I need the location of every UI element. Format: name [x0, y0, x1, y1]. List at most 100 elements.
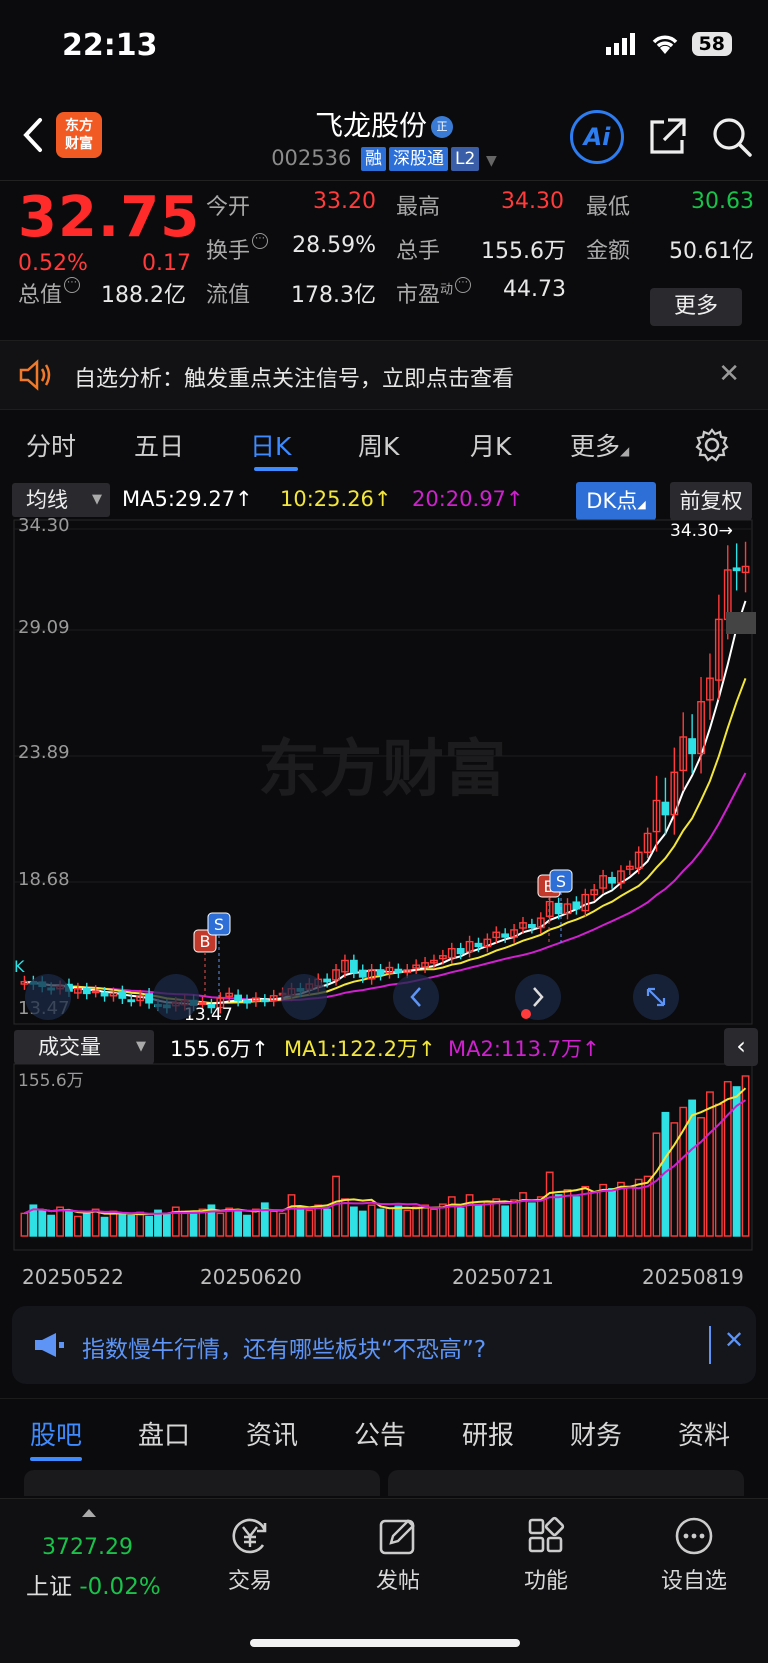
- volume-bar: [216, 1212, 225, 1237]
- candle: [527, 924, 536, 929]
- candle: [501, 933, 510, 938]
- volume-bar: [269, 1210, 278, 1237]
- candle: [456, 948, 465, 955]
- volume-bar: [438, 1203, 447, 1237]
- volume-bar: [65, 1210, 73, 1237]
- volume-bar: [501, 1205, 510, 1237]
- volume-bar: [314, 1204, 323, 1237]
- volume-bar: [145, 1215, 153, 1237]
- chevron-left-icon[interactable]: [153, 974, 199, 1020]
- volume-bar: [332, 1175, 340, 1237]
- candlestick-chart[interactable]: 东方财富 34.3029.0923.8918.6813.47 155.6万 20…: [0, 0, 768, 1310]
- y-tick-label: 34.30: [18, 515, 70, 536]
- megaphone-icon: [35, 1333, 64, 1357]
- volume-bar: [260, 1202, 269, 1237]
- volume-bar: [430, 1208, 438, 1237]
- collapse-arrow-icon[interactable]: ‹: [724, 1028, 758, 1066]
- volume-bar: [376, 1208, 385, 1237]
- volume-bar: [706, 1091, 714, 1237]
- y-tick-label: 18.68: [18, 869, 70, 890]
- volume-toolbar: 成交量 ▼ 155.6万↑ MA1:122.2万↑ MA2:113.7万↑ ‹: [0, 1026, 768, 1070]
- candle: [260, 999, 269, 1003]
- volume-bar: [483, 1201, 492, 1237]
- volume-bar: [403, 1209, 412, 1237]
- index-change: -0.02%: [79, 1574, 161, 1600]
- ma10-line: [24, 678, 747, 1005]
- tab-announcements[interactable]: 公告: [354, 1415, 406, 1452]
- chevron-left-icon[interactable]: [393, 974, 439, 1020]
- candle: [661, 801, 670, 816]
- candle: [145, 993, 153, 1004]
- post-card: [24, 1470, 380, 1496]
- high-price-marker: 34.30→: [670, 521, 733, 541]
- market-tip-banner[interactable]: 指数慢牛行情，还有哪些板块“不恐高”? ✕: [12, 1306, 756, 1384]
- tab-news[interactable]: 资讯: [246, 1415, 298, 1452]
- candle: [118, 990, 127, 999]
- volume-bar: [278, 1212, 287, 1237]
- x-date-label: 20250620: [200, 1265, 302, 1289]
- volume-bar: [136, 1211, 145, 1237]
- close-icon[interactable]: ✕: [724, 1326, 744, 1354]
- index-name[interactable]: 上证 -0.02%: [26, 1567, 161, 1601]
- vol-ma1-line: [24, 1087, 747, 1216]
- volume-bar: [697, 1117, 705, 1237]
- candle: [82, 988, 91, 995]
- volume-bar: [510, 1199, 518, 1237]
- current-price-marker: [726, 612, 756, 634]
- volume-bar: [456, 1207, 465, 1237]
- tab-orderbook[interactable]: 盘口: [138, 1415, 190, 1452]
- functions-button[interactable]: 功能: [496, 1515, 596, 1595]
- info-tabs: 股吧 盘口 资讯 公告 研报 财务 资料: [0, 1398, 768, 1464]
- vol-ma1-readout: MA1:122.2万↑: [284, 1037, 436, 1061]
- volume-readout: 155.6万↑: [170, 1037, 269, 1061]
- trade-yen-icon: [232, 1518, 267, 1554]
- candle: [732, 567, 741, 572]
- edit-pencil-icon: [379, 1519, 415, 1555]
- expand-up-icon[interactable]: [82, 1509, 96, 1517]
- volume-bar: [189, 1213, 198, 1237]
- tab-research[interactable]: 研报: [462, 1415, 514, 1452]
- candle: [358, 969, 367, 978]
- vol-ma2-readout: MA2:113.7万↑: [448, 1037, 600, 1061]
- volume-bar: [73, 1215, 82, 1237]
- divider: [709, 1326, 711, 1364]
- volume-max-label: 155.6万: [18, 1071, 84, 1091]
- indicator-select[interactable]: 成交量 ▼: [14, 1030, 154, 1064]
- index-value[interactable]: 3727.29: [42, 1535, 133, 1560]
- volume-bar: [741, 1075, 750, 1237]
- trade-button[interactable]: 交易: [200, 1515, 300, 1595]
- volume-bar: [465, 1194, 474, 1237]
- tab-forum[interactable]: 股吧: [30, 1415, 82, 1452]
- candle: [376, 969, 385, 976]
- volume-bar: [38, 1209, 47, 1237]
- tab-finance[interactable]: 财务: [570, 1415, 622, 1452]
- add-watchlist-button[interactable]: 设自选: [644, 1515, 744, 1595]
- volume-bar: [243, 1214, 251, 1237]
- volume-bar: [296, 1206, 305, 1237]
- volume-bar: [652, 1132, 661, 1237]
- x-date-label: 20250721: [452, 1265, 554, 1289]
- sell-signal-label: S: [556, 872, 566, 891]
- market-tip-text: 指数慢牛行情，还有哪些板块“不恐高”?: [82, 1337, 487, 1363]
- home-indicator: [250, 1639, 520, 1647]
- zoom-icon[interactable]: [281, 974, 327, 1020]
- candle: [100, 992, 109, 997]
- chevron-left-icon[interactable]: [25, 974, 71, 1020]
- volume-bar: [323, 1208, 332, 1237]
- volume-bar: [421, 1204, 429, 1237]
- volume-bar: [56, 1206, 64, 1237]
- volume-bar: [118, 1213, 127, 1237]
- volume-bar: [20, 1212, 29, 1237]
- volume-bar: [349, 1206, 358, 1237]
- x-date-label: 20250522: [22, 1265, 124, 1289]
- volume-bar: [625, 1185, 634, 1237]
- active-subtab-indicator: [30, 1457, 82, 1461]
- volume-bar: [527, 1202, 536, 1237]
- volume-bar: [394, 1205, 403, 1237]
- volume-bar: [91, 1208, 100, 1237]
- volume-bar: [385, 1207, 394, 1237]
- post-button[interactable]: 发帖: [348, 1515, 448, 1595]
- y-tick-label: 29.09: [18, 617, 70, 638]
- candle: [127, 999, 136, 1003]
- tab-profile[interactable]: 资料: [678, 1415, 730, 1452]
